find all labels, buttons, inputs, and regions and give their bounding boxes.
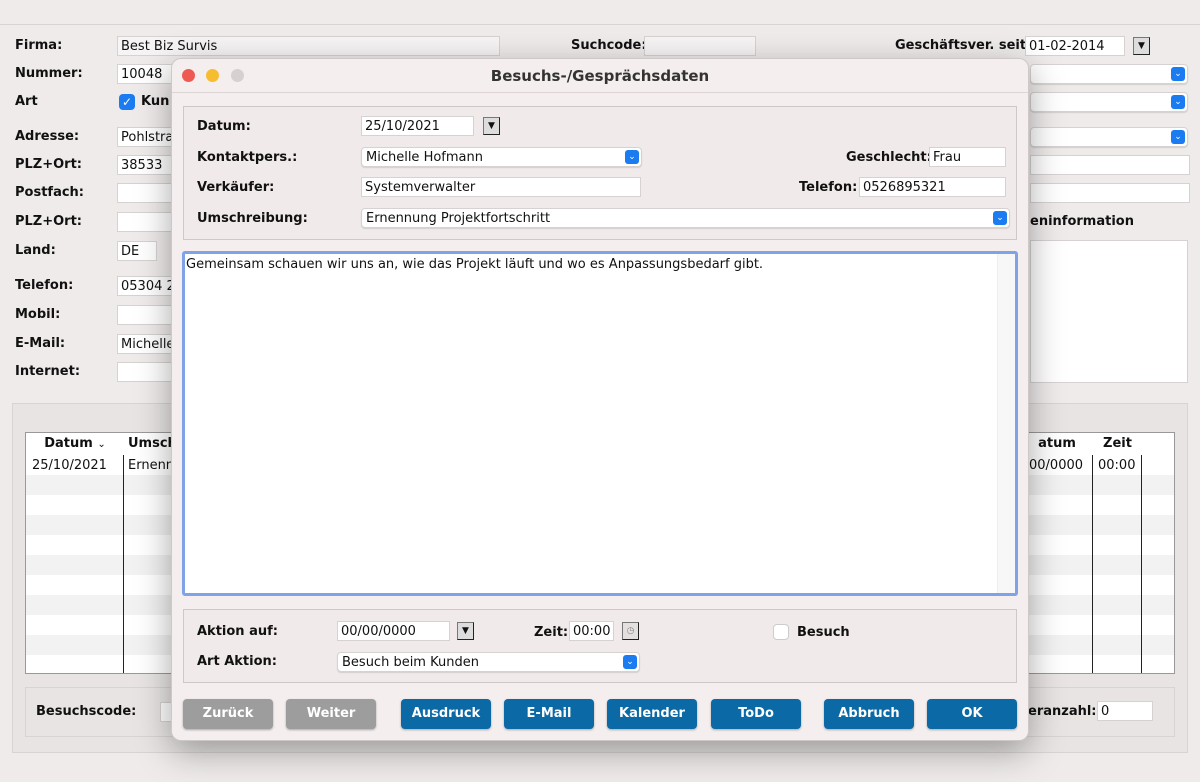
aktion-label: Aktion auf:	[197, 624, 278, 639]
right-select-1[interactable]: ⌄	[1030, 64, 1188, 84]
mobil-label: Mobil:	[15, 307, 61, 322]
right-select-3[interactable]: ⌄	[1030, 127, 1188, 147]
kalender-button[interactable]: Kalender	[607, 699, 697, 729]
zurueck-button[interactable]: Zurück	[183, 699, 273, 729]
suchcode-input[interactable]	[644, 36, 756, 56]
action-group: Aktion auf: 00/00/0000 ▼ Zeit: 00:00 ◷ B…	[183, 609, 1017, 683]
datum-label: Datum:	[197, 119, 251, 134]
cell-datum: 25/10/2021	[32, 458, 107, 473]
header-group: Datum: 25/10/2021 ▼ Kontaktpers.: Michel…	[183, 106, 1017, 240]
column-header-datum[interactable]: Datum ⌄	[26, 433, 124, 455]
kunde-checkbox[interactable]: ✓	[119, 94, 135, 110]
geschaeftsver-label: Geschäftsver. seit:	[895, 38, 1032, 53]
abbruch-button[interactable]: Abbruch	[824, 699, 914, 729]
kontakt-select[interactable]: Michelle Hofmann ⌄	[361, 147, 642, 167]
notes-text: Gemeinsam schauen wir uns an, wie das Pr…	[186, 257, 764, 272]
info-label: eninformation	[1030, 214, 1134, 229]
notes-textarea[interactable]: Gemeinsam schauen wir uns an, wie das Pr…	[182, 251, 1018, 596]
plz-ort2-label: PLZ+Ort:	[15, 214, 83, 229]
column-header-zeit[interactable]: Zeit	[1093, 433, 1142, 455]
date-picker-button[interactable]: ▼	[1133, 37, 1150, 55]
land-input[interactable]: DE	[117, 241, 157, 261]
dialog-title: Besuchs-/Gesprächsdaten	[490, 67, 710, 85]
chevron-down-icon: ⌄	[993, 211, 1007, 225]
anzahl-label: eranzahl:	[1028, 704, 1097, 719]
cell-umschreibung: Ernenn	[128, 458, 175, 473]
adresse-label: Adresse:	[15, 129, 80, 144]
chevron-down-icon: ⌄	[623, 655, 637, 669]
aktion-picker-button[interactable]: ▼	[457, 622, 474, 640]
besuch-checkbox[interactable]	[773, 624, 789, 640]
firma-label: Firma:	[15, 38, 63, 53]
land-label: Land:	[15, 243, 56, 258]
geschlecht-input[interactable]: Frau	[929, 147, 1006, 167]
firma-input[interactable]: Best Biz Survis	[117, 36, 500, 56]
internet-label: Internet:	[15, 364, 81, 379]
clock-icon[interactable]: ◷	[622, 622, 639, 640]
besuchscode-label: Besuchscode:	[36, 704, 137, 719]
right-select-2[interactable]: ⌄	[1030, 92, 1188, 112]
cell-zeit: 00:00	[1098, 458, 1136, 473]
email-button[interactable]: E-Mail	[504, 699, 594, 729]
column-header-aktion-datum[interactable]: atum	[1021, 433, 1093, 455]
weiter-button[interactable]: Weiter	[286, 699, 376, 729]
nummer-label: Nummer:	[15, 66, 83, 81]
chevron-down-icon: ⌄	[1171, 95, 1185, 109]
art-aktion-select[interactable]: Besuch beim Kunden ⌄	[337, 652, 640, 672]
verkaeufer-label: Verkäufer:	[197, 180, 275, 195]
ausdruck-button[interactable]: Ausdruck	[401, 699, 491, 729]
ok-button[interactable]: OK	[927, 699, 1017, 729]
datum-picker-button[interactable]: ▼	[483, 117, 500, 135]
right-input-1[interactable]	[1030, 155, 1190, 175]
notes-scrollbar[interactable]	[997, 254, 1015, 593]
art-label: Art	[15, 94, 38, 109]
telefon-input[interactable]: 0526895321	[859, 177, 1006, 197]
geschaeftsver-input[interactable]: 01-02-2014	[1025, 36, 1125, 56]
zeit-label: Zeit:	[534, 625, 569, 640]
datum-input[interactable]: 25/10/2021	[361, 116, 474, 136]
kontakt-label: Kontaktpers.:	[197, 150, 298, 165]
suchcode-label: Suchcode:	[571, 38, 647, 53]
chevron-down-icon: ⌄	[1171, 67, 1185, 81]
top-divider	[0, 24, 1200, 25]
anzahl-input[interactable]: 0	[1097, 701, 1153, 721]
telefon-label: Telefon:	[15, 278, 74, 293]
right-input-2[interactable]	[1030, 183, 1190, 203]
zeit-input[interactable]: 00:00	[569, 621, 614, 641]
cell-aktion-datum: 00/0000	[1029, 458, 1084, 473]
telefon-label: Telefon:	[799, 180, 858, 195]
besuchsdaten-dialog: Besuchs-/Gesprächsdaten Datum: 25/10/202…	[171, 58, 1029, 741]
todo-button[interactable]: ToDo	[711, 699, 801, 729]
kunde-label: Kun	[141, 94, 170, 109]
title-bar[interactable]: Besuchs-/Gesprächsdaten	[172, 59, 1028, 93]
postfach-label: Postfach:	[15, 185, 84, 200]
verkaeufer-input[interactable]: Systemverwalter	[361, 177, 641, 197]
besuch-label: Besuch	[797, 625, 850, 640]
chevron-down-icon: ⌄	[1171, 130, 1185, 144]
umschreibung-label: Umschreibung:	[197, 211, 308, 226]
sort-chevron-icon: ⌄	[97, 439, 106, 450]
art-aktion-label: Art Aktion:	[197, 654, 277, 669]
email-label: E-Mail:	[15, 336, 66, 351]
aktion-input[interactable]: 00/00/0000	[337, 621, 450, 641]
plz-ort-label: PLZ+Ort:	[15, 157, 83, 172]
geschlecht-label: Geschlecht:	[846, 150, 932, 165]
umschreibung-select[interactable]: Ernennung Projektfortschritt ⌄	[361, 208, 1010, 228]
info-textarea[interactable]	[1030, 240, 1188, 383]
chevron-down-icon: ⌄	[625, 150, 639, 164]
